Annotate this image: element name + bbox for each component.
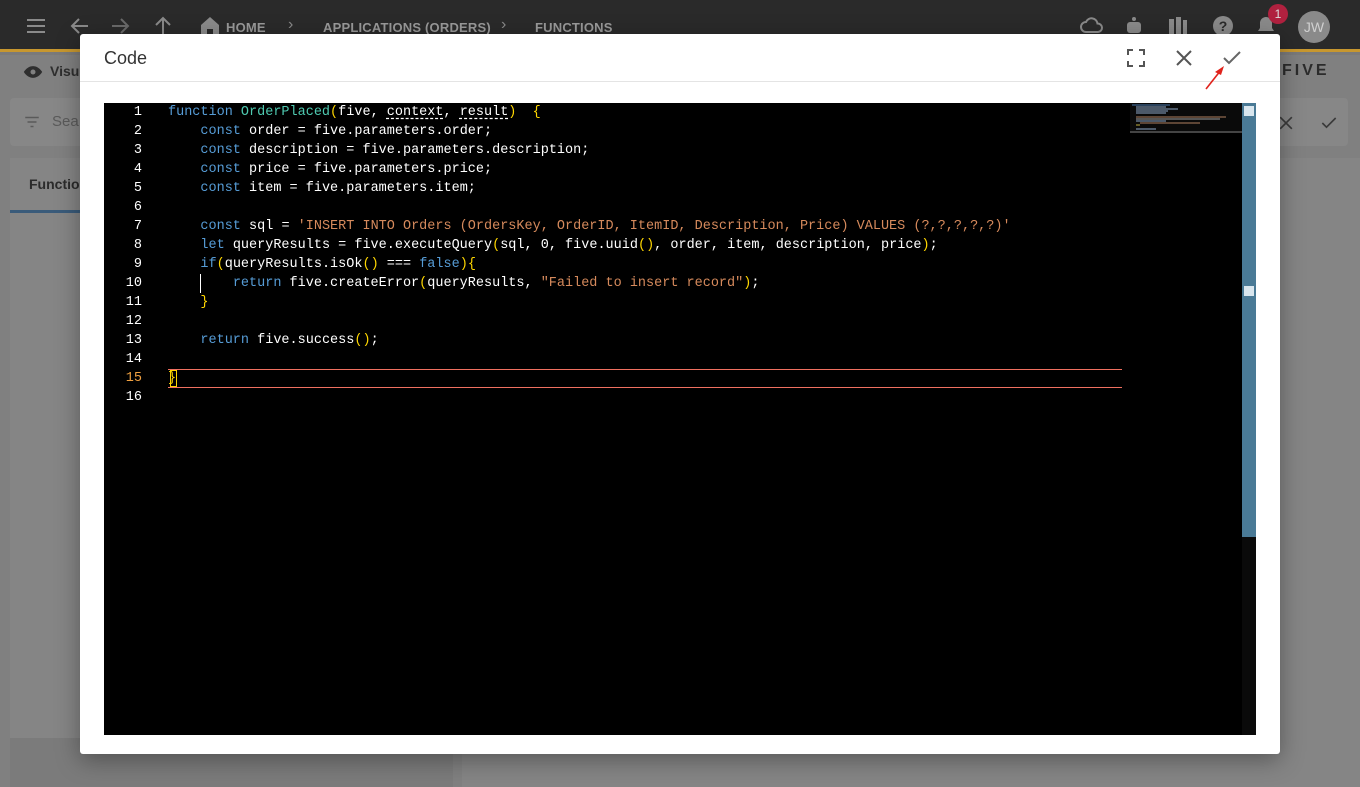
code-line: function OrderPlaced(five, context, resu… xyxy=(168,105,541,120)
eye-icon xyxy=(23,66,43,78)
line-number-active: 15 xyxy=(125,371,142,386)
tab-indicator xyxy=(10,210,80,213)
filter-icon[interactable] xyxy=(22,113,42,131)
fullscreen-icon[interactable] xyxy=(1124,46,1148,70)
code-line: let queryResults = five.executeQuery(sql… xyxy=(200,238,938,253)
close-icon[interactable] xyxy=(1172,46,1196,70)
vertical-scrollbar-track[interactable] xyxy=(1242,537,1256,735)
dialog-header: Code xyxy=(80,34,1280,82)
line-number: 1 xyxy=(133,105,142,120)
code-dialog: Code 1 2 3 4 5 6 7 8 9 10 11 12 13 14 15 xyxy=(80,34,1280,754)
line-number: 6 xyxy=(133,200,142,215)
line-number: 16 xyxy=(125,390,142,405)
chevron-right-icon: › xyxy=(288,16,294,33)
code-line: const order = five.parameters.order; xyxy=(200,124,493,139)
line-number-gutter: 1 2 3 4 5 6 7 8 9 10 11 12 13 14 15 16 xyxy=(104,103,152,735)
vertical-scrollbar-thumb[interactable] xyxy=(1242,103,1256,537)
line-number: 13 xyxy=(125,333,142,348)
line-number: 12 xyxy=(125,314,142,329)
breadcrumb-applications[interactable]: APPLICATIONS (ORDERS) xyxy=(323,20,491,35)
code-line: return five.createError(queryResults, "F… xyxy=(232,276,760,291)
line-number: 7 xyxy=(133,219,142,234)
scrollbar-marker xyxy=(1244,106,1254,116)
avatar[interactable]: JW xyxy=(1298,11,1330,43)
search-input[interactable]: Sea xyxy=(52,113,79,130)
code-line: if(queryResults.isOk() === false){ xyxy=(200,257,476,272)
code-line: return five.success(); xyxy=(200,333,379,348)
active-line-highlight xyxy=(168,369,1122,388)
breadcrumb-functions: FUNCTIONS xyxy=(535,20,613,35)
chevron-right-icon: › xyxy=(501,16,507,33)
line-number: 9 xyxy=(133,257,142,272)
minimap-viewport-edge xyxy=(1130,131,1242,133)
text-cursor xyxy=(170,370,177,387)
svg-text:?: ? xyxy=(1219,18,1228,34)
code-line: } xyxy=(200,295,209,310)
line-number: 2 xyxy=(133,124,142,139)
code-line: const description = five.parameters.desc… xyxy=(200,143,590,158)
scrollbar-marker xyxy=(1244,286,1254,296)
breadcrumb-home[interactable]: HOME xyxy=(226,20,266,35)
notification-badge: 1 xyxy=(1268,4,1288,24)
line-number: 10 xyxy=(125,276,142,291)
code-line: const sql = 'INSERT INTO Orders (OrdersK… xyxy=(200,219,1011,234)
code-line: const price = five.parameters.price; xyxy=(200,162,493,177)
line-number: 3 xyxy=(133,143,142,158)
code-editor[interactable]: 1 2 3 4 5 6 7 8 9 10 11 12 13 14 15 16 f… xyxy=(104,103,1256,735)
dialog-title: Code xyxy=(104,48,148,68)
five-logo: FIVE xyxy=(1282,62,1330,79)
line-number: 8 xyxy=(133,238,142,253)
line-number: 5 xyxy=(133,181,142,196)
visual-label[interactable]: Visu xyxy=(50,63,79,79)
check-icon[interactable] xyxy=(1318,113,1340,133)
line-number: 14 xyxy=(125,352,142,367)
line-number: 4 xyxy=(133,162,142,177)
annotation-arrow-icon xyxy=(1205,66,1224,90)
menu-icon[interactable] xyxy=(24,14,48,38)
code-line: const item = five.parameters.item; xyxy=(200,181,476,196)
line-number: 11 xyxy=(125,295,142,310)
code-minimap[interactable] xyxy=(1130,103,1242,133)
